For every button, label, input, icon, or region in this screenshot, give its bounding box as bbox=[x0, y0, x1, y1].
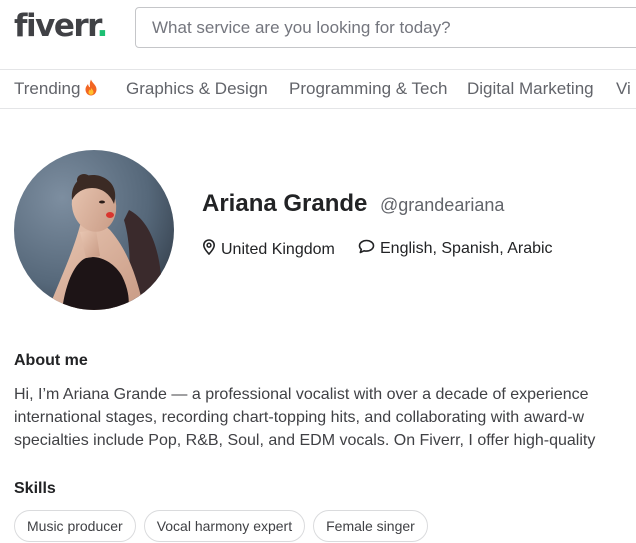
flame-icon bbox=[84, 79, 98, 101]
avatar bbox=[14, 150, 174, 310]
about-text: Hi, I’m Ariana Grande — a professional v… bbox=[14, 386, 596, 449]
profile-location: United Kingdom bbox=[202, 239, 335, 260]
nav-item-graphics-design[interactable]: Graphics & Design bbox=[126, 79, 268, 99]
header: fiverr. bbox=[0, 0, 636, 69]
skills-title: Skills bbox=[14, 480, 56, 497]
skill-chip[interactable]: Female singer bbox=[313, 510, 428, 542]
nav-item-digital-marketing[interactable]: Digital Marketing bbox=[467, 79, 594, 99]
profile-handle: @grandeariana bbox=[380, 195, 505, 215]
nav-item-trending[interactable]: Trending bbox=[14, 79, 98, 101]
fiverr-logo[interactable]: fiverr. bbox=[14, 8, 108, 44]
profile-languages: English, Spanish, Arabic bbox=[358, 239, 553, 259]
skill-chip[interactable]: Music producer bbox=[14, 510, 136, 542]
nav-item-video[interactable]: Vi bbox=[616, 79, 631, 99]
speech-bubble-icon bbox=[358, 239, 375, 259]
category-nav: Trending Graphics & Design Programming &… bbox=[0, 69, 636, 109]
profile-name: Ariana Grande bbox=[202, 190, 368, 217]
nav-item-programming-tech[interactable]: Programming & Tech bbox=[289, 79, 447, 99]
about-title: About me bbox=[14, 352, 88, 369]
search-bar bbox=[135, 7, 636, 48]
skill-chip[interactable]: Vocal harmony expert bbox=[143, 510, 306, 542]
search-input[interactable] bbox=[136, 8, 636, 47]
skills-list: Music producer Vocal harmony expert Fema… bbox=[14, 510, 428, 542]
location-pin-icon bbox=[202, 239, 216, 260]
